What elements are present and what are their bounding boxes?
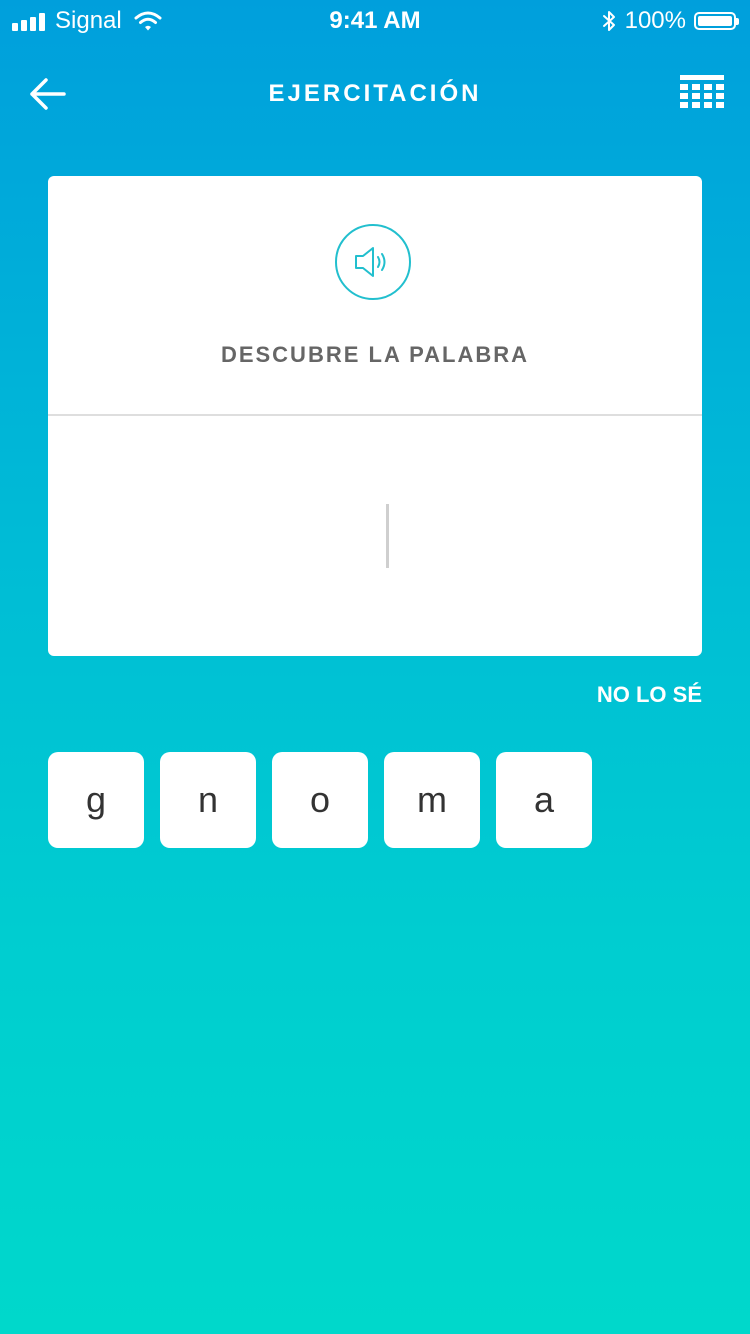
battery-percentage: 100% — [624, 7, 686, 34]
keyboard-button[interactable] — [680, 75, 724, 108]
card-prompt-section: DESCUBRE LA PALABRA — [48, 176, 702, 416]
status-bar: Signal 9:41 AM 100% — [0, 0, 750, 40]
letter-tiles: g n o m a — [48, 752, 592, 848]
letter-tile[interactable]: g — [48, 752, 144, 848]
battery-icon — [694, 12, 739, 30]
play-audio-button[interactable] — [335, 224, 411, 300]
exercise-card: DESCUBRE LA PALABRA — [48, 176, 702, 656]
letter-tile[interactable]: a — [496, 752, 592, 848]
prompt-text: DESCUBRE LA PALABRA — [220, 342, 530, 367]
dont-know-button[interactable]: NO LO SÉ — [597, 682, 702, 708]
keyboard-icon — [680, 75, 724, 108]
battery-level — [698, 16, 732, 26]
page-title: EJERCITACIÓN — [268, 80, 482, 107]
letter-tile[interactable]: n — [160, 752, 256, 848]
letter-tile[interactable]: m — [384, 752, 480, 848]
text-cursor — [386, 504, 389, 568]
status-bar-right: 100% — [601, 7, 739, 34]
letter-tile[interactable]: o — [272, 752, 368, 848]
bluetooth-icon — [602, 11, 615, 31]
answer-field[interactable] — [48, 416, 702, 656]
speaker-icon — [355, 247, 386, 277]
nav-bar: EJERCITACIÓN — [0, 60, 750, 126]
